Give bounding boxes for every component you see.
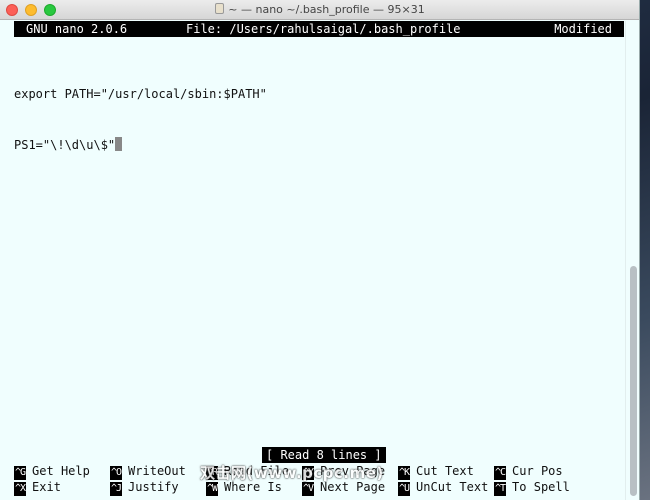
editor-text-area[interactable]: export PATH="/usr/local/sbin:$PATH" PS1=… (14, 52, 267, 188)
editor-line-2-text: PS1="\!\d\u\$" (14, 138, 116, 152)
terminal-window[interactable]: ~ — nano ~/.bash_profile — 95×31 GNU nan… (0, 0, 640, 500)
shortcut-label: WriteOut (128, 464, 186, 478)
watermark-text: 双击网(www.pcpc.me) (200, 464, 384, 482)
shortcut-label: UnCut Text (416, 480, 489, 494)
shortcut-cur-pos: ^C Cur Pos (494, 463, 563, 480)
shortcut-label: Get Help (32, 464, 90, 478)
shortcut-cut-text: ^K Cut Text (398, 463, 474, 480)
shortcut-writeout: ^O WriteOut (110, 463, 186, 480)
shortcut-label: Cur Pos (512, 464, 563, 478)
editor-line-1: export PATH="/usr/local/sbin:$PATH" (14, 87, 267, 101)
vertical-scrollbar[interactable] (625, 21, 639, 500)
shortcut-key: ^W (206, 482, 218, 496)
shortcut-key: ^X (14, 482, 26, 496)
shortcut-key: ^K (398, 466, 410, 480)
shortcut-key: ^V (302, 482, 314, 496)
shortcut-key: ^G (14, 466, 26, 480)
shortcut-key: ^O (110, 466, 122, 480)
shortcut-label: Cut Text (416, 464, 474, 478)
shortcut-key: ^U (398, 482, 410, 496)
window-title-text: ~ — nano ~/.bash_profile — 95×31 (228, 3, 425, 16)
editor-line-2: PS1="\!\d\u\$" (14, 137, 267, 154)
shortcut-label: Exit (32, 480, 61, 494)
scrollbar-thumb[interactable] (630, 266, 637, 496)
shortcut-uncut-text: ^U UnCut Text (398, 479, 489, 496)
shortcut-to-spell: ^T To Spell (494, 479, 570, 496)
shortcut-label: Justify (128, 480, 179, 494)
shortcut-label: To Spell (512, 480, 570, 494)
title-bar[interactable]: ~ — nano ~/.bash_profile — 95×31 (0, 0, 639, 20)
text-cursor (115, 137, 123, 151)
shortcut-key: ^C (494, 466, 506, 480)
nano-modified-indicator: Modified (554, 22, 612, 36)
shortcut-key: ^J (110, 482, 122, 496)
nano-file-name: File: /Users/rahulsaigal/.bash_profile (186, 22, 461, 36)
shortcut-exit: ^X Exit (14, 479, 61, 496)
shortcut-justify: ^J Justify (110, 479, 179, 496)
shortcut-get-help: ^G Get Help (14, 463, 90, 480)
home-folder-icon (215, 3, 225, 14)
window-title: ~ — nano ~/.bash_profile — 95×31 (0, 3, 639, 16)
shortcut-key: ^T (494, 482, 506, 496)
nano-header-bar: GNU nano 2.0.6 File: /Users/rahulsaigal/… (14, 21, 624, 37)
nano-version: GNU nano 2.0.6 (26, 22, 128, 36)
status-message: [ Read 8 lines ] (262, 447, 386, 463)
